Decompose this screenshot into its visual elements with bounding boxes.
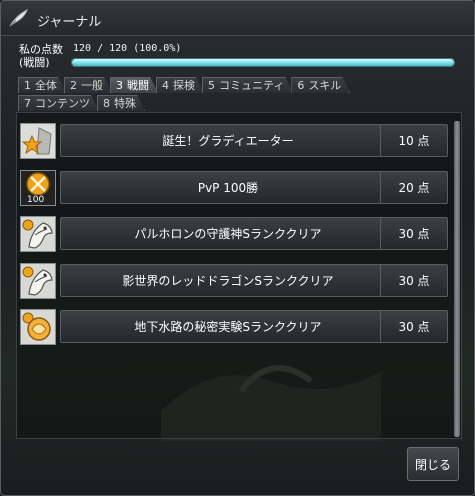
achievement-name: 地下水路の秘密実験Sランククリア	[60, 310, 396, 343]
tab-6[interactable]: 6 スキル	[291, 77, 350, 93]
tab-1[interactable]: 1 全体	[18, 77, 66, 93]
scrollbar-thumb[interactable]	[454, 121, 460, 437]
achievement-name: パルホロンの守護神Sランククリア	[60, 217, 396, 250]
scrollbar-track[interactable]	[454, 121, 460, 437]
tab-number: 1	[24, 79, 31, 92]
close-button[interactable]: 閉じる	[407, 447, 459, 481]
tab-2[interactable]: 2 一般	[64, 77, 112, 93]
achievement-points: 10 点	[380, 124, 448, 157]
tab-3[interactable]: 3 戦闘	[110, 77, 158, 93]
tab-number: 7	[24, 97, 31, 110]
tab-label: スキル	[308, 79, 342, 92]
score-progress-fill	[72, 59, 454, 66]
orb-icon	[20, 309, 56, 345]
tab-number: 2	[70, 79, 77, 92]
tab-number: 8	[103, 97, 110, 110]
background-character-art	[161, 365, 381, 441]
tab-label: 全体	[35, 79, 57, 92]
tab-number: 5	[208, 79, 215, 92]
dragon-head-icon	[20, 262, 56, 299]
tab-number: 6	[297, 79, 305, 92]
achievement-points: 20 点	[380, 170, 448, 204]
score-value: 120 / 120 (100.0%)	[73, 43, 182, 54]
tab-7[interactable]: 7 コンテンツ	[18, 95, 99, 111]
achievement-row[interactable]: 影世界のレッドドラゴンSランククリア 30 点	[20, 262, 448, 299]
achievement-name: PvP 100勝	[60, 170, 396, 204]
tab-number: 3	[116, 79, 123, 92]
crossed-swords-icon: 100	[20, 169, 56, 206]
journal-window: ジャーナル 私の点数 (戦闘) 120 / 120 (100.0%) 1 全体 2 一…	[0, 0, 475, 496]
window-title: ジャーナル	[37, 15, 102, 30]
quill-icon	[9, 8, 28, 27]
achievement-row[interactable]: 地下水路の秘密実験Sランククリア 30 点	[20, 309, 448, 345]
dragon-head-icon	[20, 216, 56, 252]
tab-row-1: 1 全体 2 一般 3 戦闘 4 探検 5 コミュニティ 6 スキル	[18, 77, 348, 94]
achievement-name: 影世界のレッドドラゴンSランククリア	[60, 263, 396, 297]
achievement-name: 誕生！グラディエーター	[60, 124, 396, 157]
achievement-points: 30 点	[380, 263, 448, 297]
tab-label: コンテンツ	[35, 97, 90, 110]
gladiator-star-icon	[20, 123, 56, 159]
tab-5[interactable]: 5 コミュニティ	[202, 77, 293, 93]
achievement-points: 30 点	[380, 310, 448, 343]
tab-number: 4	[162, 79, 169, 92]
score-label: 私の点数 (戦闘)	[19, 43, 63, 69]
achievement-row[interactable]: 誕生！グラディエーター 10 点	[20, 123, 448, 159]
achievement-row[interactable]: 100 PvP 100勝 20 点	[20, 169, 448, 206]
achievement-badge: 100	[25, 194, 47, 205]
tab-label: コミュニティ	[219, 79, 285, 92]
tab-8[interactable]: 8 特殊	[97, 95, 145, 111]
title-bar[interactable]: ジャーナル	[1, 1, 474, 36]
tab-row-2: 7 コンテンツ 8 特殊	[18, 95, 143, 112]
score-progress-bar	[71, 58, 455, 67]
tab-label: 特殊	[114, 97, 136, 110]
achievement-points: 30 点	[380, 217, 448, 250]
tab-4[interactable]: 4 探検	[156, 77, 204, 93]
achievement-row[interactable]: パルホロンの守護神Sランククリア 30 点	[20, 216, 448, 252]
tab-label: 戦闘	[127, 79, 149, 92]
tab-label: 探検	[173, 79, 195, 92]
tab-label: 一般	[81, 79, 103, 92]
